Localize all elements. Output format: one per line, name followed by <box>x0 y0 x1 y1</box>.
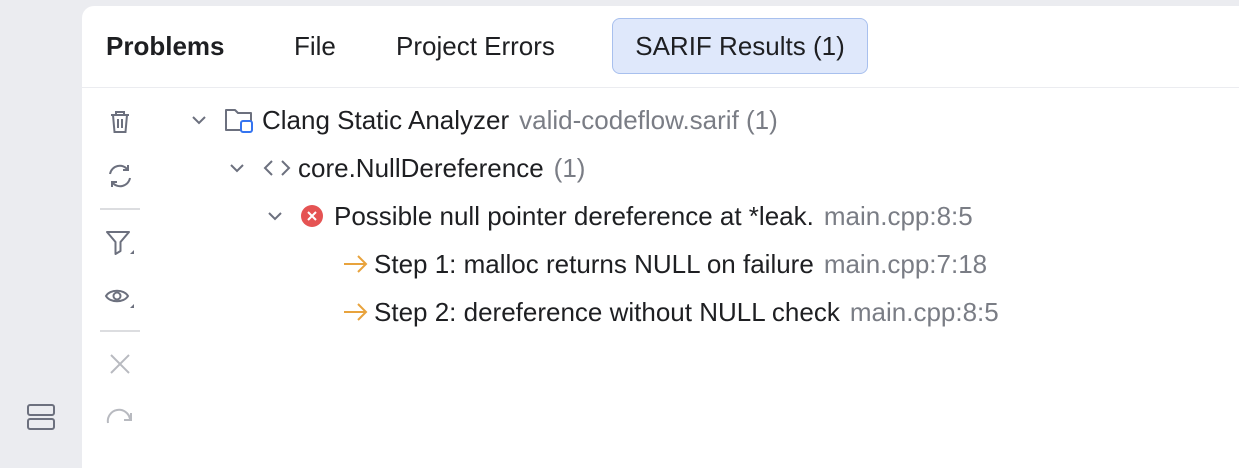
filter-icon[interactable] <box>104 228 136 260</box>
tree-row-issue[interactable]: Possible null pointer dereference at *le… <box>262 193 973 239</box>
rule-name: core.NullDereference <box>298 152 544 183</box>
toolbar-divider <box>100 208 140 210</box>
left-tool-strip <box>0 0 82 468</box>
step-location: main.cpp:8:5 <box>849 296 999 327</box>
chevron-down-icon[interactable] <box>224 155 250 181</box>
issue-message: Possible null pointer dereference at *le… <box>334 200 814 231</box>
tree-row-rule[interactable]: core.NullDereference (1) <box>224 145 585 191</box>
redo-icon[interactable] <box>104 402 136 434</box>
step-arrow-icon <box>342 301 370 323</box>
tab-file[interactable]: File <box>280 18 350 74</box>
step-location: main.cpp:7:18 <box>823 248 988 279</box>
chevron-down-icon[interactable] <box>262 203 288 229</box>
tree-row-step[interactable]: Step 1: malloc returns NULL on failure m… <box>342 241 987 287</box>
tab-sarif-results[interactable]: SARIF Results (1) <box>612 18 868 74</box>
rule-count: (1) <box>553 152 586 183</box>
tab-project-errors[interactable]: Project Errors <box>382 18 569 74</box>
analyzer-file: valid-codeflow.sarif (1) <box>519 104 778 135</box>
chevron-down-icon[interactable] <box>186 107 212 133</box>
tab-bar: Problems File Project Errors SARIF Resul… <box>82 6 1239 88</box>
trash-icon[interactable] <box>104 106 136 138</box>
tree-row-analyzer[interactable]: Clang Static Analyzer valid-codeflow.sar… <box>186 97 778 143</box>
problems-panel: Problems File Project Errors SARIF Resul… <box>82 6 1239 468</box>
step-text: Step 2: dereference without NULL check <box>374 296 840 327</box>
layout-panels-icon[interactable] <box>24 400 58 434</box>
tree-row-step[interactable]: Step 2: dereference without NULL check m… <box>342 289 999 335</box>
folder-sarif-icon <box>224 106 256 134</box>
step-arrow-icon <box>342 253 370 275</box>
refresh-icon[interactable] <box>104 160 136 192</box>
eye-icon[interactable] <box>104 282 136 314</box>
step-text: Step 1: malloc returns NULL on failure <box>374 248 814 279</box>
panel-title: Problems <box>106 30 225 61</box>
issue-location: main.cpp:8:5 <box>823 200 973 231</box>
analyzer-name: Clang Static Analyzer <box>262 104 510 135</box>
toolbar-divider <box>100 330 140 332</box>
code-brackets-icon <box>262 157 292 179</box>
side-toolbar <box>82 88 158 468</box>
error-icon <box>300 204 324 228</box>
close-icon[interactable] <box>104 348 136 380</box>
